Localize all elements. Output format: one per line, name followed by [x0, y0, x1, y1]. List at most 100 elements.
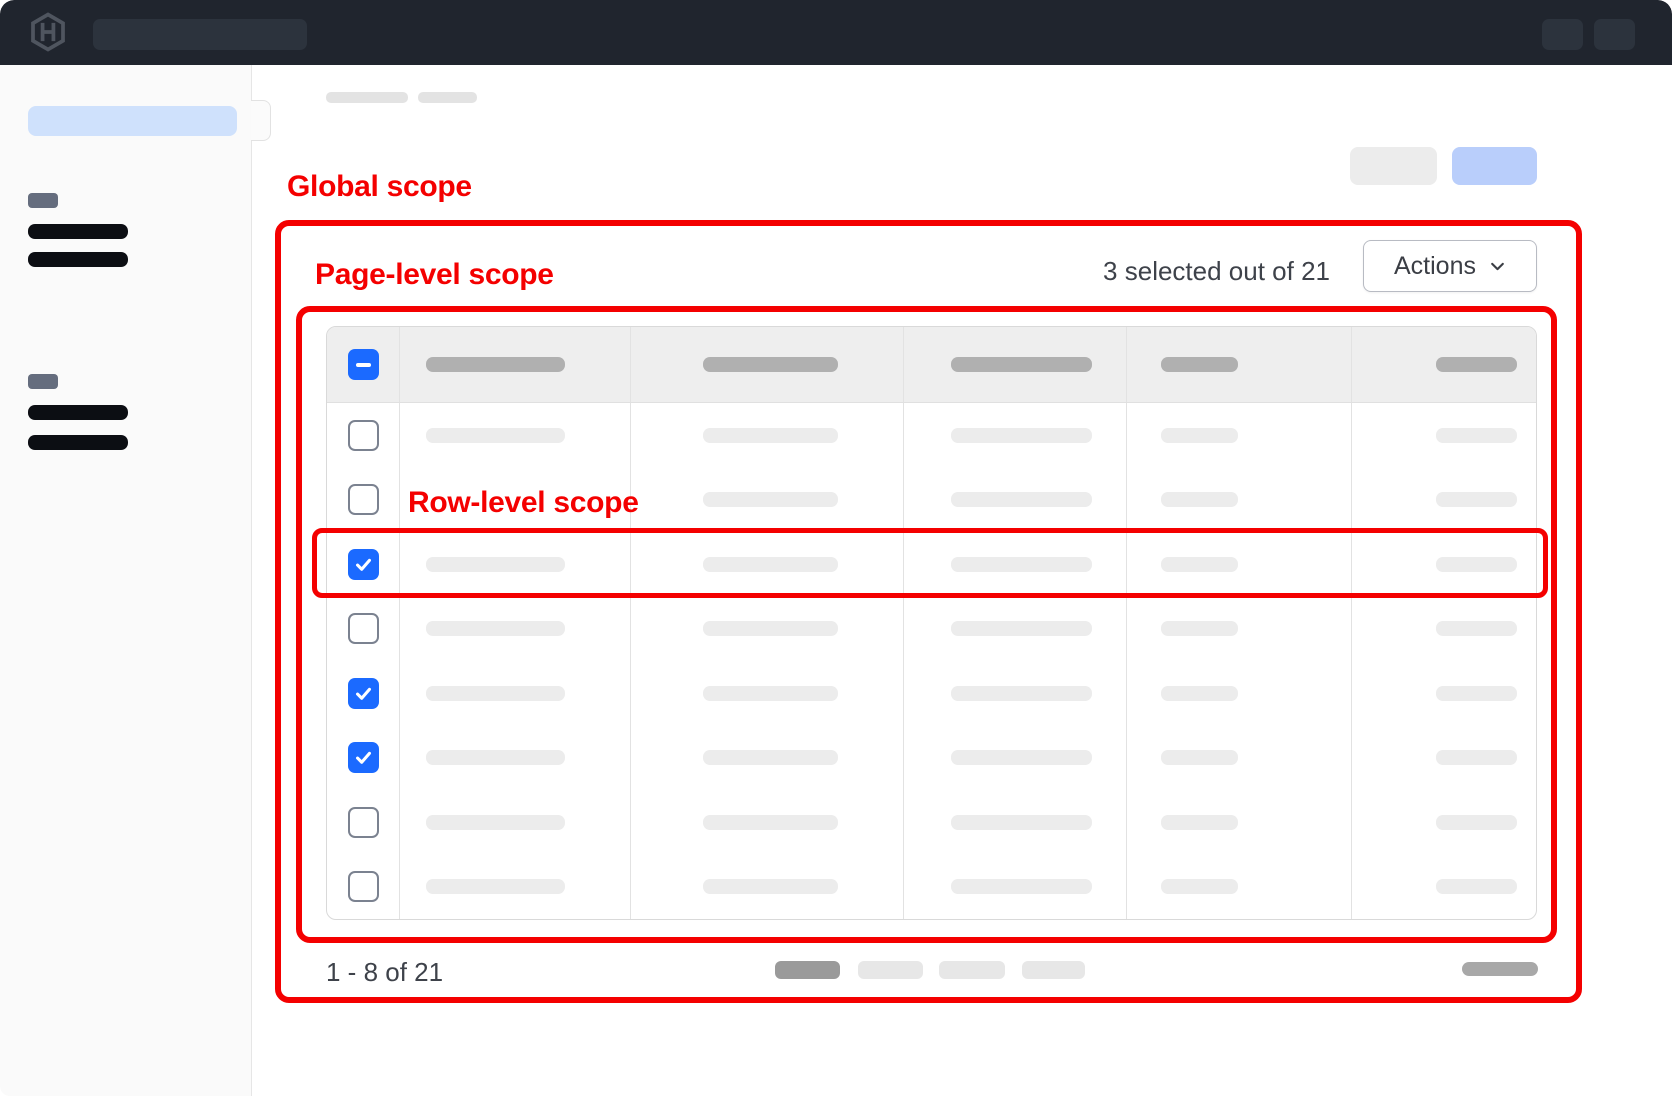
table-cell [1351, 468, 1536, 533]
cell-skeleton-bar [951, 621, 1092, 636]
row-checkbox-unchecked[interactable] [348, 613, 379, 644]
table-cell [399, 661, 630, 726]
table-row [327, 790, 1536, 855]
top-nav-bar [0, 0, 1672, 65]
pagination-current-page-skeleton[interactable] [775, 961, 840, 979]
table-cell [1126, 403, 1351, 468]
sidebar-nav-item-skeleton-3[interactable] [28, 405, 128, 420]
cell-skeleton-bar [1436, 428, 1517, 443]
sidebar-section-label-skeleton-1 [28, 193, 58, 208]
sidebar-collapse-handle[interactable] [251, 100, 271, 141]
table-cell [630, 597, 903, 662]
cell-skeleton-bar [1161, 557, 1238, 572]
search-input[interactable] [93, 19, 307, 50]
row-checkbox-checked[interactable] [348, 742, 379, 773]
sidebar-section-label-skeleton-2 [28, 374, 58, 389]
cell-skeleton-bar [426, 686, 565, 701]
header-skeleton-bar [426, 357, 565, 372]
row-select-cell [327, 403, 399, 468]
cell-skeleton-bar [1161, 750, 1238, 765]
cell-skeleton-bar [951, 750, 1092, 765]
secondary-button-skeleton[interactable] [1350, 147, 1437, 185]
cell-skeleton-bar [703, 750, 838, 765]
row-checkbox-unchecked[interactable] [348, 484, 379, 515]
actions-button[interactable]: Actions [1363, 240, 1537, 292]
sidebar-nav-item-skeleton-2[interactable] [28, 252, 128, 267]
row-checkbox-unchecked[interactable] [348, 807, 379, 838]
table-row [327, 403, 1536, 468]
row-checkbox-unchecked[interactable] [348, 871, 379, 902]
table-cell [1351, 661, 1536, 726]
topbar-button-skeleton-1[interactable] [1542, 19, 1583, 50]
pagination-page-skeleton[interactable] [858, 961, 923, 979]
check-icon [354, 748, 373, 767]
global-scope-label: Global scope [287, 170, 472, 204]
table-row [327, 855, 1536, 920]
table-cell [1351, 597, 1536, 662]
table-cell [903, 468, 1126, 533]
sidebar-active-item-skeleton[interactable] [28, 106, 237, 136]
page-level-scope-label: Page-level scope [315, 258, 554, 292]
sidebar-nav-item-skeleton-4[interactable] [28, 435, 128, 450]
table-cell [630, 661, 903, 726]
cell-skeleton-bar [1161, 621, 1238, 636]
header-cell [1126, 327, 1351, 402]
table-cell [630, 468, 903, 533]
cell-skeleton-bar [1436, 879, 1517, 894]
pagination-page-skeleton[interactable] [939, 961, 1005, 979]
pagination-page-skeleton[interactable] [1022, 961, 1085, 979]
table-cell [1126, 855, 1351, 920]
primary-button-skeleton[interactable] [1452, 147, 1537, 185]
table-cell [1351, 790, 1536, 855]
table-cell [630, 532, 903, 597]
data-table [326, 326, 1537, 920]
table-cell [1351, 532, 1536, 597]
row-select-cell [327, 726, 399, 791]
cell-skeleton-bar [1161, 428, 1238, 443]
cell-skeleton-bar [426, 557, 565, 572]
cell-skeleton-bar [703, 557, 838, 572]
row-select-cell [327, 532, 399, 597]
table-cell [903, 790, 1126, 855]
header-skeleton-bar [1436, 357, 1517, 372]
table-cell [399, 597, 630, 662]
table-cell [630, 726, 903, 791]
breadcrumb-skeleton-2[interactable] [418, 92, 477, 103]
table-cell [1126, 661, 1351, 726]
hashicorp-logo-icon [28, 12, 68, 52]
cell-skeleton-bar [1436, 686, 1517, 701]
check-icon [354, 684, 373, 703]
table-row [327, 597, 1536, 662]
table-cell [1351, 726, 1536, 791]
pagination-page-size-skeleton[interactable] [1462, 962, 1538, 976]
table-cell [1126, 790, 1351, 855]
cell-skeleton-bar [951, 815, 1092, 830]
table-cell [630, 403, 903, 468]
cell-skeleton-bar [1436, 492, 1517, 507]
minus-icon [356, 363, 371, 367]
topbar-button-skeleton-2[interactable] [1594, 19, 1635, 50]
cell-skeleton-bar [951, 428, 1092, 443]
breadcrumb-skeleton-1[interactable] [326, 92, 408, 103]
chevron-down-icon [1489, 258, 1506, 275]
cell-skeleton-bar [951, 492, 1092, 507]
sidebar-nav-item-skeleton-1[interactable] [28, 224, 128, 239]
cell-skeleton-bar [703, 621, 838, 636]
cell-skeleton-bar [1161, 815, 1238, 830]
table-cell [399, 790, 630, 855]
header-cell [903, 327, 1126, 402]
table-cell [1351, 403, 1536, 468]
cell-skeleton-bar [703, 492, 838, 507]
row-select-cell [327, 855, 399, 920]
row-checkbox-checked[interactable] [348, 678, 379, 709]
table-cell [1126, 532, 1351, 597]
cell-skeleton-bar [951, 879, 1092, 894]
row-checkbox-unchecked[interactable] [348, 420, 379, 451]
table-cell [399, 855, 630, 920]
table-cell [903, 661, 1126, 726]
cell-skeleton-bar [1436, 815, 1517, 830]
row-checkbox-checked[interactable] [348, 549, 379, 580]
cell-skeleton-bar [951, 686, 1092, 701]
table-cell [399, 726, 630, 791]
select-all-checkbox-indeterminate[interactable] [348, 349, 379, 380]
